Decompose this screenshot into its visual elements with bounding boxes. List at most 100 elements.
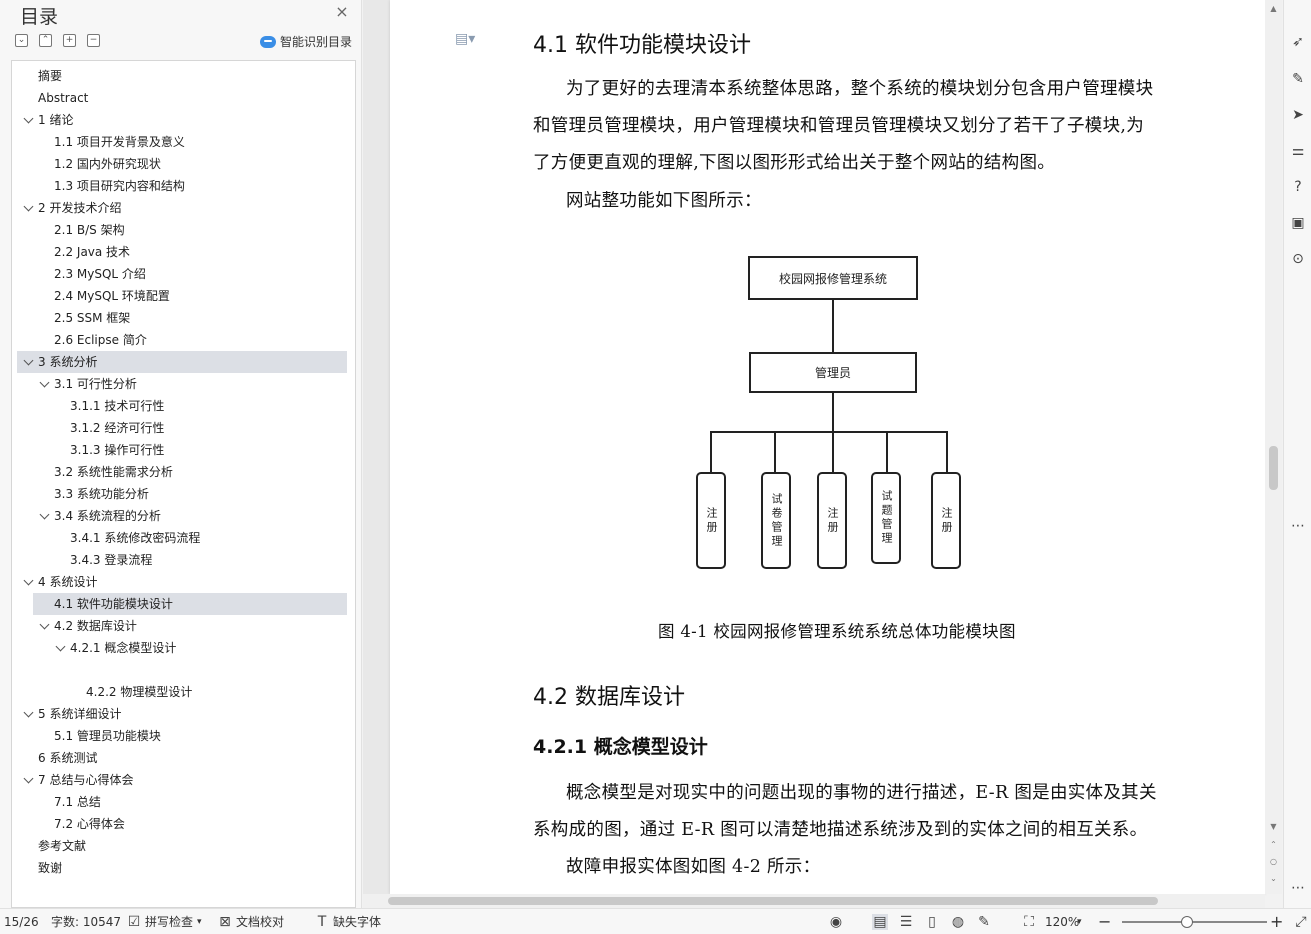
status-bar: 15/26 字数: 10547 ☑ 拼写检查 ▾ ⊠ 文档校对 T 缺失字体 ◉… <box>0 908 1311 934</box>
heading-4-2: 4.2 数据库设计 <box>533 685 685 710</box>
reading-view-icon[interactable]: ▯ <box>924 914 940 930</box>
fullscreen-icon[interactable]: ⤢ <box>1293 914 1309 930</box>
eye-protect-icon[interactable]: ◉ <box>828 914 844 930</box>
paragraph-line: 故障申报实体图如图 4-2 所示： <box>566 857 821 877</box>
toc-item-label: 致谢 <box>38 861 63 875</box>
paragraph-line: 和管理员管理模块，用户管理模块和管理员管理模块又划分了若干了子模块,为 <box>533 116 1145 136</box>
prev-page-icon[interactable]: ⌃ <box>1269 840 1278 849</box>
chevron-down-icon[interactable] <box>22 769 34 791</box>
collapse-all-icon[interactable]: ⌄ <box>15 34 28 47</box>
outline-view-icon[interactable]: ☰ <box>898 914 914 930</box>
next-page-icon[interactable]: ⌄ <box>1269 874 1278 883</box>
connector-line <box>774 431 776 473</box>
remove-icon[interactable]: − <box>87 34 100 47</box>
page-indicator[interactable]: 15/26 <box>4 909 39 934</box>
toc-item-label: 7 总结与心得体会 <box>38 773 134 787</box>
zoom-in-button[interactable]: + <box>1270 909 1283 934</box>
chevron-down-icon[interactable] <box>22 571 34 593</box>
help-icon[interactable]: ? <box>1290 179 1306 195</box>
smart-toc-button[interactable]: 智能识别目录 <box>260 33 352 50</box>
rocket-icon[interactable]: ➶ <box>1290 34 1306 50</box>
paragraph-line: 系构成的图，通过 E-R 图可以清楚地描述系统涉及到的实体之间的相互关系。 <box>533 820 1148 840</box>
toc-tree: 摘要 Abstract 1 绪论 1.1 项目开发背景及意义 1.2 国内外研究现状 1.… <box>11 60 356 908</box>
chevron-down-icon[interactable] <box>22 351 34 373</box>
toc-item-label: 2 开发技术介绍 <box>38 201 122 215</box>
toc-item-label: 5 系统详细设计 <box>38 707 122 721</box>
toc-item-label: 参考文献 <box>38 839 87 853</box>
sliders-icon[interactable]: ⚌ <box>1290 143 1306 159</box>
scroll-thumb[interactable] <box>1269 446 1278 490</box>
missing-fonts-button[interactable]: 缺失字体 <box>333 909 381 934</box>
chevron-down-icon[interactable] <box>22 197 34 219</box>
toc-item[interactable]: 3 系统分析 <box>17 351 347 373</box>
page-view-icon[interactable]: ▤ <box>872 914 888 930</box>
zoom-out-button[interactable]: − <box>1098 909 1111 934</box>
page-options-icon[interactable]: ▤▾ <box>455 31 483 47</box>
cursor-icon[interactable]: ➤ <box>1290 107 1306 123</box>
toc-item-label: 3.1.2 经济可行性 <box>70 421 165 435</box>
chevron-down-icon[interactable] <box>38 505 50 527</box>
horizontal-scrollbar[interactable] <box>363 894 1265 908</box>
toc-item-label: 7.2 心得体会 <box>54 817 125 831</box>
chevron-down-icon[interactable]: ▾ <box>197 909 202 934</box>
toc-item-label: 摘要 <box>38 69 63 83</box>
chevron-down-icon[interactable] <box>38 615 50 637</box>
word-count[interactable]: 字数: 10547 <box>51 909 121 934</box>
diagram-leaf-box: 注册 <box>696 472 726 569</box>
spell-check-button[interactable]: 拼写检查 <box>145 909 193 934</box>
select-browse-icon[interactable]: ○ <box>1269 857 1278 866</box>
toc-item-label: 3.4.1 系统修改密码流程 <box>70 531 201 545</box>
toc-item-label: 4 系统设计 <box>38 575 98 589</box>
toc-item-label: 7.1 总结 <box>54 795 101 809</box>
connector-line <box>710 431 948 433</box>
write-mode-icon[interactable]: ✎ <box>976 914 992 930</box>
toc-item-label: 4.2 数据库设计 <box>54 619 137 633</box>
connector-line <box>832 300 834 352</box>
zoom-level[interactable]: 120% <box>1045 909 1079 934</box>
toc-item[interactable]: 4.1 软件功能模块设计 <box>33 593 347 615</box>
paragraph-line: 了方便更直观的理解,下图以图形形式给出关于整个网站的结构图。 <box>533 153 1056 173</box>
connector-line <box>886 431 888 473</box>
zoom-slider-handle[interactable] <box>1181 916 1194 928</box>
scroll-down-icon[interactable]: ▼ <box>1269 822 1278 831</box>
fit-page-icon[interactable]: ⛶ <box>1021 914 1037 930</box>
chevron-down-icon[interactable] <box>54 637 66 659</box>
scroll-up-icon[interactable]: ▲ <box>1269 4 1278 13</box>
scroll-thumb[interactable] <box>388 897 1158 905</box>
toc-item-label: 2.1 B/S 架构 <box>54 223 125 237</box>
right-toolbar: ➶ ✎ ➤ ⚌ ? ▣ ⊙ ⋯ ⋯ <box>1283 0 1311 908</box>
zoom-slider[interactable] <box>1122 921 1267 923</box>
doc-proof-icon: ⊠ <box>219 914 231 930</box>
toc-item-label: 6 系统测试 <box>38 751 98 765</box>
chevron-down-icon[interactable] <box>38 373 50 395</box>
chevron-down-icon[interactable] <box>22 703 34 725</box>
vertical-scrollbar[interactable]: ▲ ▼ ⌃ ○ ⌄ <box>1265 0 1282 894</box>
diagram-admin-box: 管理员 <box>749 352 917 393</box>
toc-item-label: 3.1.1 技术可行性 <box>70 399 165 413</box>
toc-item-label: 2.3 MySQL 介绍 <box>54 267 146 281</box>
pen-icon[interactable]: ✎ <box>1290 71 1306 87</box>
image-edit-icon[interactable]: ▣ <box>1290 215 1306 231</box>
toc-item-label: 4.1 软件功能模块设计 <box>54 597 173 611</box>
doc-proof-button[interactable]: 文档校对 <box>236 909 284 934</box>
close-icon[interactable]: × <box>334 4 350 20</box>
paragraph-line: 概念模型是对现实中的问题出现的事物的进行描述，E-R 图是由实体及其关 <box>566 783 1157 803</box>
add-icon[interactable]: + <box>63 34 76 47</box>
toc-item-label: 2.6 Eclipse 简介 <box>54 333 147 347</box>
more-icon[interactable]: ⋯ <box>1290 518 1306 534</box>
location-icon[interactable]: ⊙ <box>1290 251 1306 267</box>
chevron-down-icon[interactable] <box>22 109 34 131</box>
smart-toc-label: 智能识别目录 <box>280 35 353 49</box>
diagram-root-box: 校园网报修管理系统 <box>748 256 918 300</box>
toc-item-label: 1 绪论 <box>38 113 74 127</box>
diagram-leaf-box: 注册 <box>817 472 847 569</box>
toc-item-label: 5.1 管理员功能模块 <box>54 729 161 743</box>
chevron-down-icon[interactable]: ▾ <box>1077 909 1082 934</box>
expand-icon[interactable]: ⌃ <box>39 34 52 47</box>
paragraph-line: 网站整功能如下图所示： <box>566 191 762 211</box>
toc-item-label: 1.1 项目开发背景及意义 <box>54 135 185 149</box>
diagram-leaf-box: 试题管理 <box>871 472 901 564</box>
more-icon[interactable]: ⋯ <box>1290 880 1306 896</box>
toc-item-label: 2.5 SSM 框架 <box>54 311 131 325</box>
web-view-icon[interactable]: ◍ <box>950 914 966 930</box>
